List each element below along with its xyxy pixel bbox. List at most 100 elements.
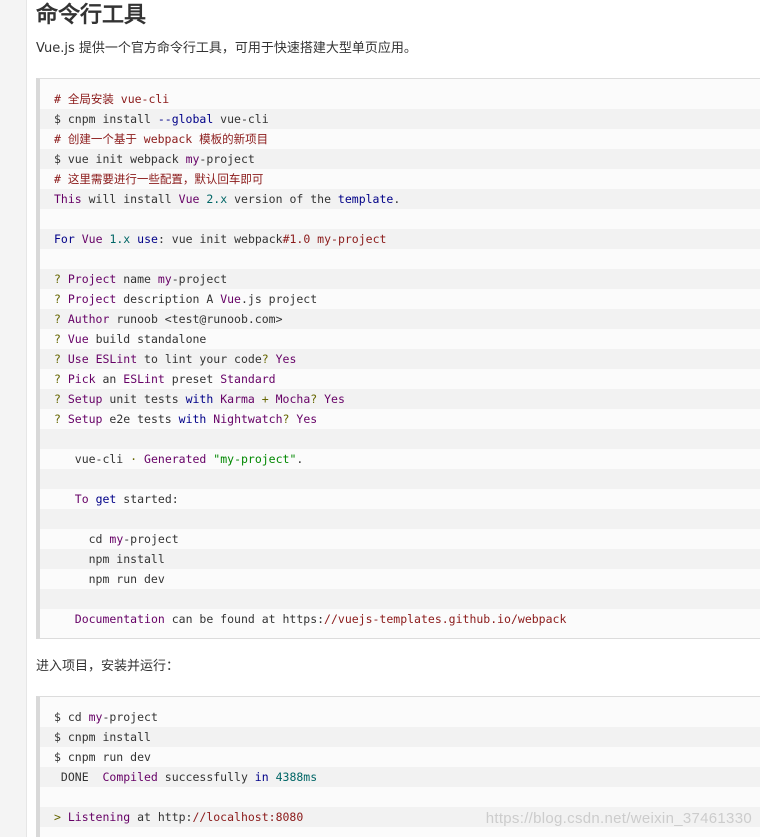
code-token: ESLint bbox=[95, 352, 138, 366]
code-line bbox=[40, 589, 760, 609]
code-line: ? Use ESLint to lint your code? Yes bbox=[40, 349, 760, 369]
code-token: e2e tests bbox=[102, 412, 179, 426]
code-token: my bbox=[88, 710, 103, 724]
code-line bbox=[40, 509, 760, 529]
code-token: Vue bbox=[220, 292, 241, 306]
code-line bbox=[40, 469, 760, 489]
code-token: -project bbox=[123, 532, 179, 546]
code-token: //vuejs-templates.github.io/webpack bbox=[324, 612, 567, 626]
code-token: To bbox=[74, 492, 89, 506]
code-token: ? bbox=[54, 292, 68, 306]
code-token: build standalone bbox=[88, 332, 207, 346]
code-token: # 这里需要进行一些配置，默认回车即可 bbox=[54, 172, 264, 186]
code-token: + bbox=[254, 392, 276, 406]
code-token: #1.0 my-project bbox=[282, 232, 387, 246]
code-line: ? Project name my-project bbox=[40, 269, 760, 289]
code-token: ? bbox=[54, 332, 68, 346]
code-token: -project bbox=[199, 152, 255, 166]
code-token: vue-cli bbox=[213, 112, 269, 126]
code-line: ? Pick an ESLint preset Standard bbox=[40, 369, 760, 389]
code-token: Documentation bbox=[74, 612, 165, 626]
code-token: "my-project" bbox=[213, 452, 297, 466]
code-line: $ vue init webpack my-project bbox=[40, 149, 760, 169]
code-block-vue-cli[interactable]: # 全局安装 vue-cli $ cnpm install --global vu… bbox=[36, 78, 760, 639]
code-line: # 创建一个基于 webpack 模板的新项目 bbox=[40, 129, 760, 149]
code-token: with bbox=[178, 412, 207, 426]
code-token: For bbox=[54, 232, 75, 246]
code-line: ? Setup unit tests with Karma + Mocha? Y… bbox=[40, 389, 760, 409]
code-token: -project bbox=[102, 710, 158, 724]
code-token: $ cd bbox=[54, 710, 89, 724]
code-token: will install bbox=[81, 192, 179, 206]
code-line: npm install bbox=[40, 549, 760, 569]
code-token: runoob <test@runoob.com> bbox=[109, 312, 283, 326]
code-token: Yes bbox=[275, 352, 297, 366]
code-token: Standard bbox=[220, 372, 276, 386]
code-token: with bbox=[185, 392, 214, 406]
code-token: : vue init webpack bbox=[157, 232, 283, 246]
code-token: Vue bbox=[67, 332, 89, 346]
code-token: -project bbox=[171, 272, 228, 286]
code-token: Use bbox=[67, 352, 89, 366]
code-token: $ cnpm run dev bbox=[54, 750, 151, 764]
code-token: name bbox=[116, 272, 158, 286]
code-token: cd bbox=[54, 532, 110, 546]
code-token: Yes bbox=[296, 412, 318, 426]
code-token: > bbox=[54, 810, 68, 824]
code-token: DONE bbox=[54, 770, 103, 784]
code-line: $ cnpm install --global vue-cli bbox=[40, 109, 760, 129]
code-token: my bbox=[185, 152, 200, 166]
left-sidebar bbox=[0, 0, 27, 837]
code-token: ? bbox=[54, 312, 68, 326]
code-token: ? bbox=[54, 392, 68, 406]
code-line: $ cnpm install bbox=[40, 727, 760, 747]
code-token: at http: bbox=[130, 810, 193, 824]
code-token: //localhost:8080 bbox=[192, 810, 304, 824]
code-token: --global bbox=[157, 112, 214, 126]
code-token: .js project bbox=[240, 292, 318, 306]
code-token: started: bbox=[116, 492, 179, 506]
code-token: npm run dev bbox=[54, 572, 165, 586]
code-token: Setup bbox=[67, 412, 103, 426]
code-line: $ cnpm run dev bbox=[40, 747, 760, 767]
code-token: Project bbox=[67, 272, 117, 286]
code-token: . bbox=[296, 452, 304, 466]
code-line: For Vue 1.x use: vue init webpack#1.0 my… bbox=[40, 229, 760, 249]
code-token: $ cnpm install bbox=[54, 730, 151, 744]
code-token: Compiled bbox=[102, 770, 158, 784]
code-token: Generated bbox=[144, 452, 207, 466]
code-line: # 这里需要进行一些配置，默认回车即可 bbox=[40, 169, 760, 189]
code-token: ? bbox=[54, 412, 68, 426]
code-line: $ cd my-project bbox=[40, 707, 760, 727]
code-line: This will install Vue 2.x version of the… bbox=[40, 189, 760, 209]
code-token: an bbox=[95, 372, 124, 386]
run-project-paragraph: 进入项目，安装并运行： bbox=[36, 659, 180, 674]
code-token: my bbox=[157, 272, 172, 286]
code-token: npm install bbox=[54, 552, 165, 566]
code-token: Author bbox=[67, 312, 110, 326]
watermark: https://blog.csdn.net/weixin_37461330 bbox=[485, 810, 752, 827]
code-token: . bbox=[393, 192, 401, 206]
code-token: successfully bbox=[157, 770, 255, 784]
code-token: Vue bbox=[178, 192, 200, 206]
code-token: description A bbox=[116, 292, 221, 306]
code-token: vue-cli bbox=[54, 452, 131, 466]
code-token: Mocha bbox=[275, 392, 311, 406]
code-token: ? bbox=[54, 372, 68, 386]
code-token: Listening bbox=[67, 810, 131, 824]
code-token: ? bbox=[261, 352, 269, 366]
code-token: Vue bbox=[81, 232, 103, 246]
code-line: Documentation can be found at https://vu… bbox=[40, 609, 760, 629]
code-line: vue-cli · Generated "my-project". bbox=[40, 449, 760, 469]
code-token: Setup bbox=[67, 392, 103, 406]
code-token: # 创建一个基于 webpack 模板的新项目 bbox=[54, 132, 269, 146]
code-token: unit tests bbox=[102, 392, 186, 406]
code-line: ? Vue build standalone bbox=[40, 329, 760, 349]
